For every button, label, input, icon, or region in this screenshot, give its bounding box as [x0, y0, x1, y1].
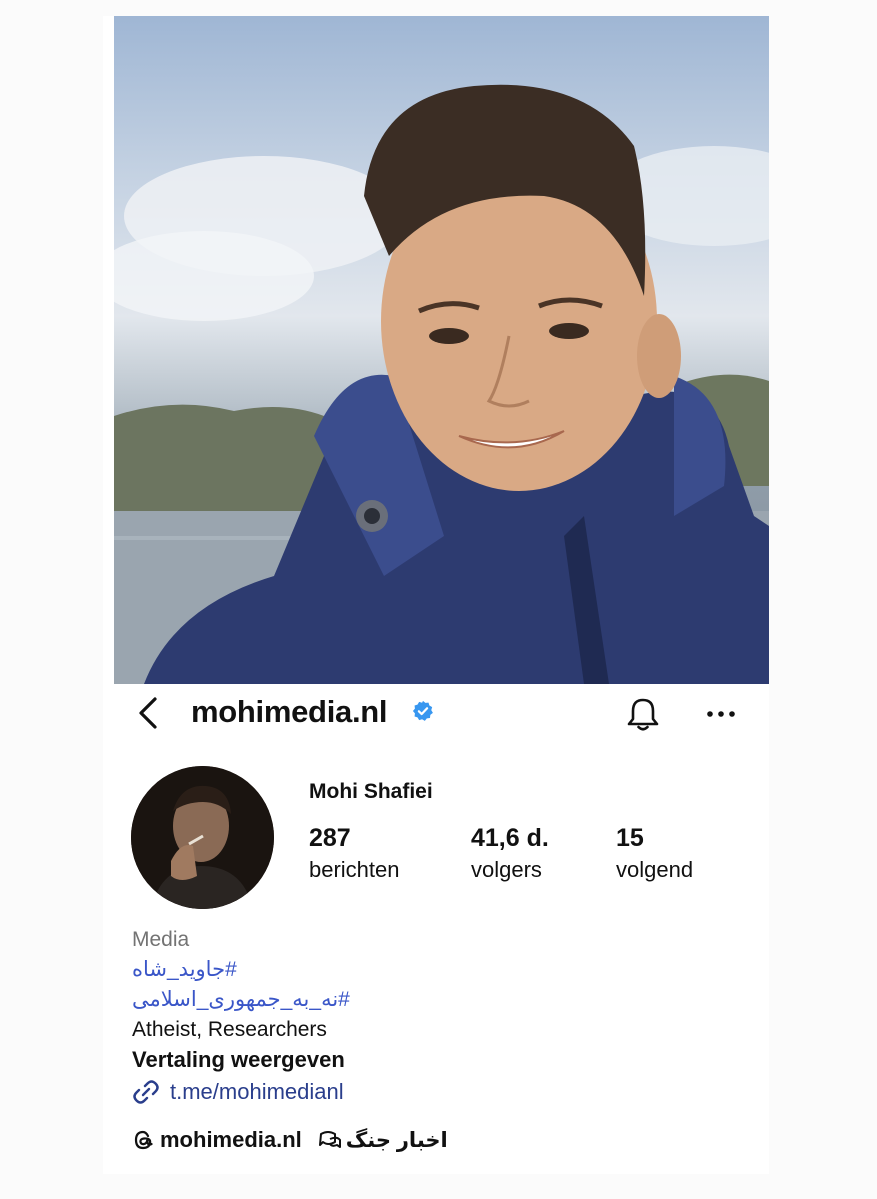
profile-full-name: Mohi Shafiei	[309, 780, 433, 803]
stat-following-count: 15	[616, 824, 644, 852]
username-header: mohimedia.nl	[191, 694, 388, 729]
avatar-image	[131, 766, 274, 909]
profile-top-bar: mohimedia.nl	[103, 684, 769, 742]
profile-screen: mohimedia.nl Mohi Shafiei 287 berichten …	[103, 16, 769, 1174]
threads-handle: mohimedia.nl	[160, 1127, 302, 1152]
profile-photo-enlarged	[114, 16, 769, 684]
linked-accounts-row: mohimedia.nl اخبار جنگ	[132, 1127, 448, 1153]
bio-category: Media	[132, 928, 190, 951]
stat-following-label: volgend	[616, 857, 694, 882]
stat-posts-label: berichten	[309, 857, 400, 882]
more-options-button[interactable]	[701, 694, 741, 734]
stat-following[interactable]: 15 volgend	[616, 824, 693, 883]
back-button[interactable]	[133, 695, 163, 731]
stat-posts-count: 287	[309, 824, 351, 852]
translate-button[interactable]: Vertaling weergeven	[132, 1047, 345, 1073]
broadcast-channel-icon	[318, 1131, 341, 1148]
profile-avatar[interactable]	[131, 766, 274, 909]
stat-followers-count: 41,6 d.	[471, 824, 549, 852]
portrait-illustration	[114, 84, 769, 684]
stat-posts[interactable]: 287 berichten	[309, 824, 400, 883]
notifications-button[interactable]	[623, 694, 663, 734]
bio-link[interactable]: t.me/mohimedianl	[132, 1078, 344, 1106]
verified-badge-icon	[412, 700, 433, 721]
bio-hashtag-1[interactable]: #جاوید_شاه	[132, 957, 237, 982]
threads-icon	[134, 1130, 153, 1150]
broadcast-channel-name: اخبار جنگ	[345, 1128, 448, 1152]
link-icon	[133, 1080, 159, 1104]
stat-followers[interactable]: 41,6 d. volgers	[471, 824, 549, 883]
broadcast-channel-link[interactable]: اخبار جنگ	[318, 1128, 448, 1153]
bio-hashtag-2[interactable]: #نه_به_جمهوری_اسلامی	[132, 987, 350, 1012]
stat-followers-label: volgers	[471, 857, 542, 882]
bio-link-text: t.me/mohimedianl	[170, 1079, 344, 1104]
more-horizontal-icon	[707, 711, 735, 717]
bio-description: Atheist, Researchers	[132, 1018, 327, 1041]
threads-profile-link[interactable]: mohimedia.nl	[132, 1127, 302, 1153]
chevron-left-icon	[139, 697, 157, 729]
bell-icon	[627, 698, 659, 731]
